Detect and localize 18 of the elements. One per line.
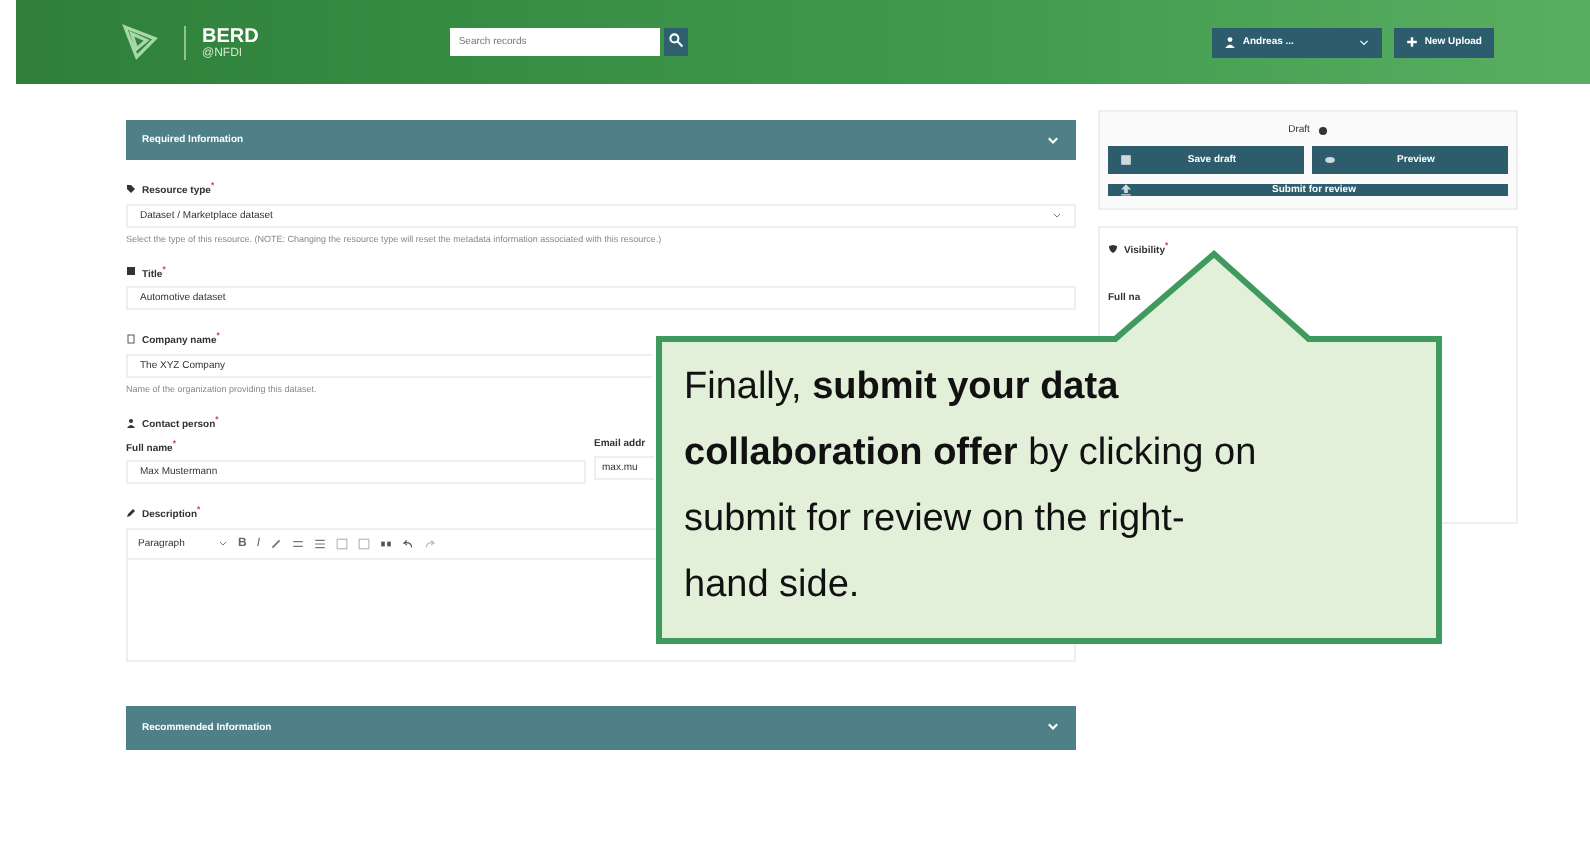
bullet-list-icon[interactable] xyxy=(292,537,305,550)
search-icon xyxy=(668,32,685,48)
tag-icon xyxy=(126,183,136,194)
undo-icon[interactable] xyxy=(402,537,415,550)
caret-icon xyxy=(1358,36,1371,48)
chevron-icon xyxy=(1046,720,1060,735)
upload-icon xyxy=(1120,184,1132,196)
search-button[interactable] xyxy=(664,28,689,56)
user-icon xyxy=(1224,36,1237,48)
chevron-icon xyxy=(1046,133,1060,147)
shield-icon xyxy=(1108,243,1118,254)
plus-icon xyxy=(1406,36,1419,48)
user-icon xyxy=(126,417,136,428)
brand-name: BERD xyxy=(202,25,259,47)
pencil-icon xyxy=(126,508,136,519)
logo-icon xyxy=(120,22,160,62)
numbered-list-icon[interactable] xyxy=(314,537,327,550)
quote-icon[interactable] xyxy=(380,537,393,550)
